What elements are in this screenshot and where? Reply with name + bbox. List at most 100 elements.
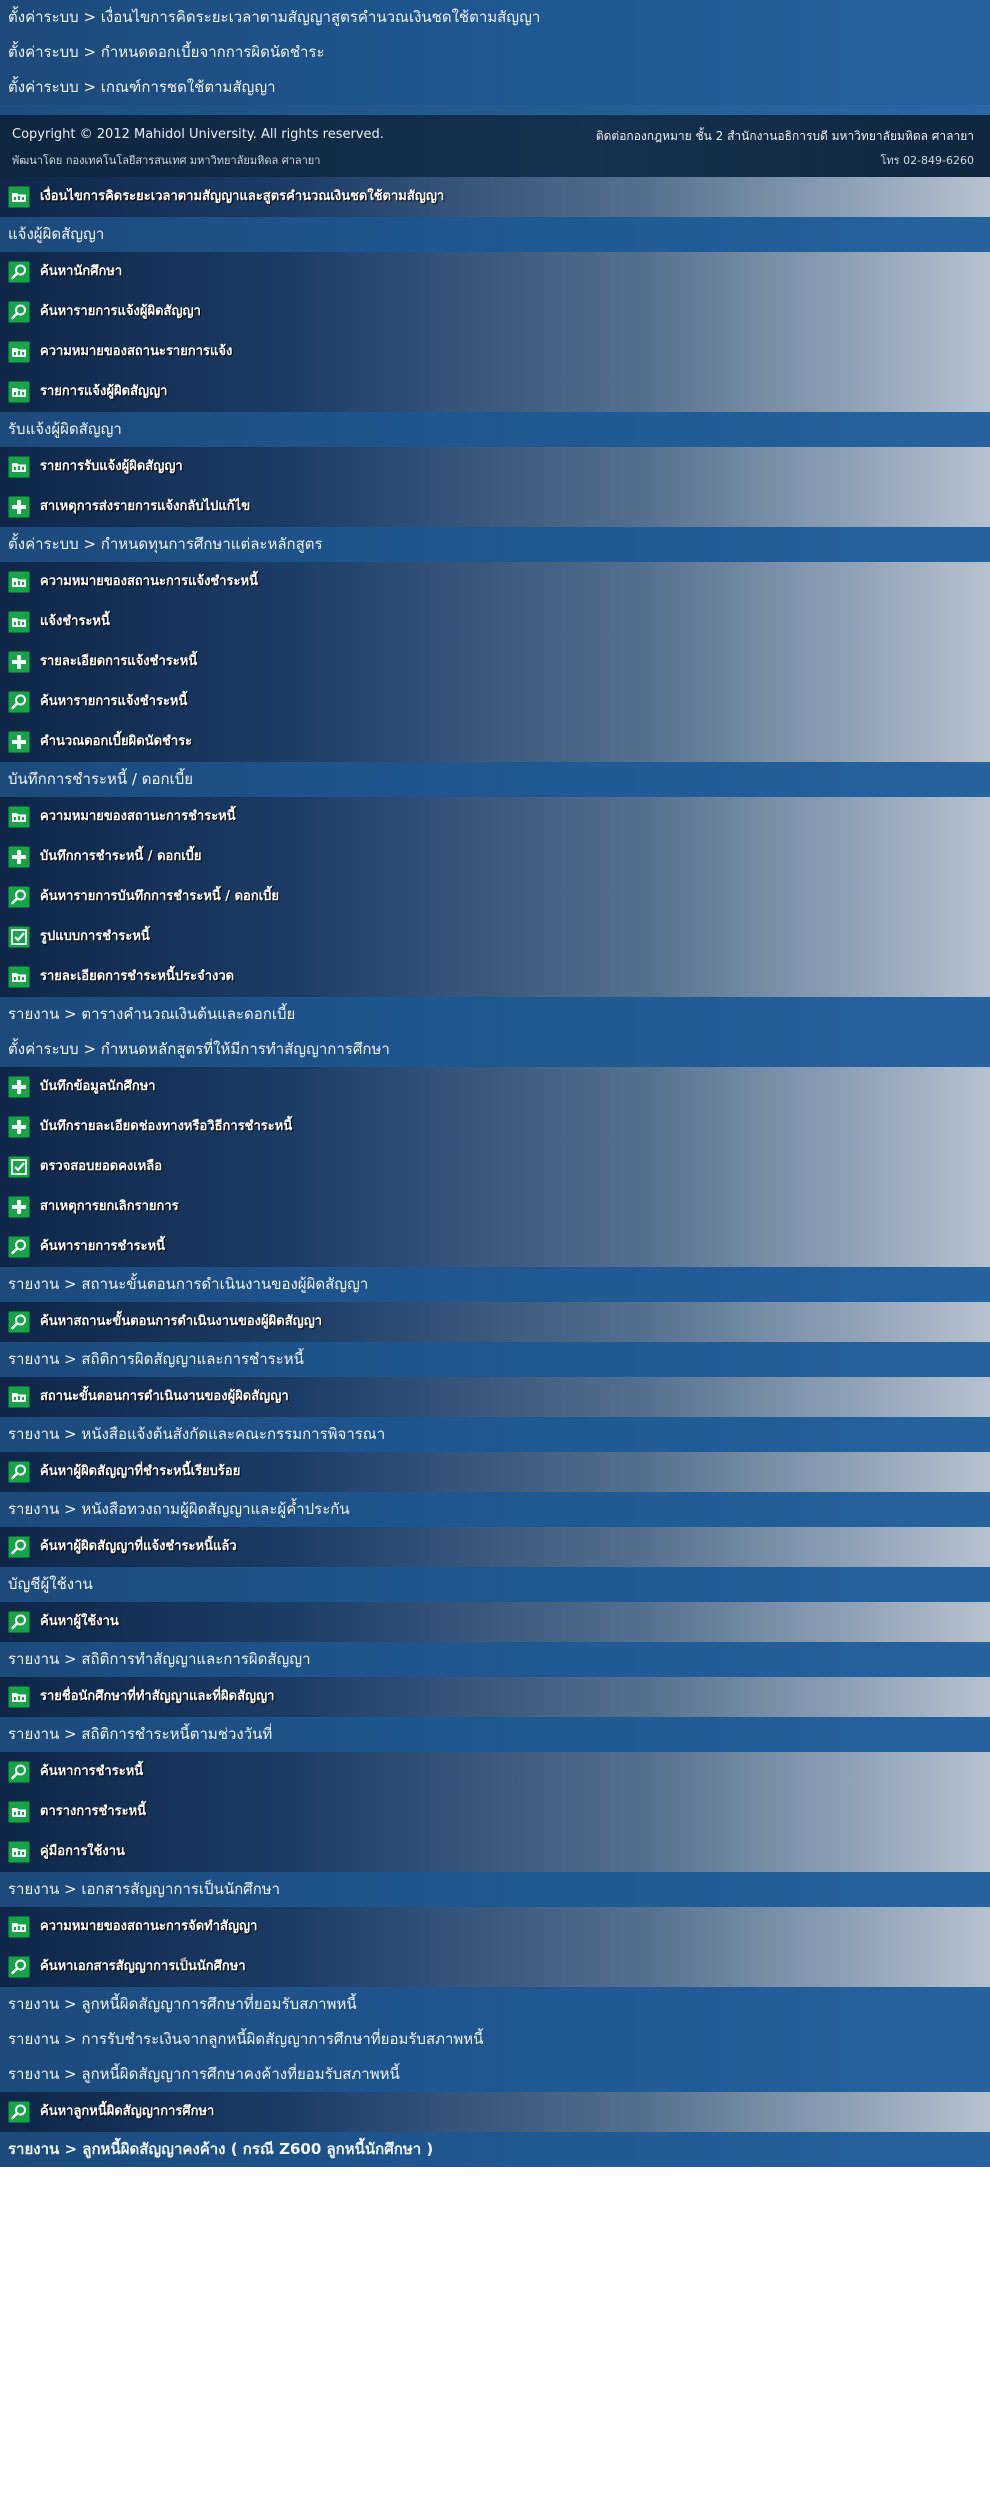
folder-icon bbox=[8, 1801, 30, 1823]
section-header[interactable]: รายงาน > ลูกหนี้ผิดสัญญาการศึกษาที่ยอมรั… bbox=[0, 1987, 990, 2022]
folder-icon bbox=[8, 456, 30, 478]
folder-icon bbox=[8, 806, 30, 828]
section-header[interactable]: รายงาน > ตารางคำนวณเงินต้นและดอกเบี้ย bbox=[0, 997, 990, 1032]
menu-item[interactable]: รายการแจ้งผู้ผิดสัญญา bbox=[0, 372, 990, 412]
plus-icon bbox=[8, 1116, 30, 1138]
search-icon bbox=[8, 2101, 30, 2123]
contact-text: ติดต่อกองกฎหมาย ชั้น 2 สำนักงานอธิการบดี… bbox=[595, 129, 974, 143]
section-header[interactable]: รายงาน > ลูกหนี้ผิดสัญญาการศึกษาคงค้างที… bbox=[0, 2057, 990, 2092]
menu-item[interactable]: รายชื่อนักศึกษาที่ทำสัญญาและที่ผิดสัญญา bbox=[0, 1677, 990, 1717]
folder-icon bbox=[8, 381, 30, 403]
menu-item[interactable]: คำนวณดอกเบี้ยผิดนัดชำระ bbox=[0, 722, 990, 762]
top-links: ตั้งค่าระบบ > เงื่อนไขการคิดระยะเวลาตามส… bbox=[0, 0, 990, 105]
folder-icon bbox=[8, 1686, 30, 1708]
menu-item[interactable]: สถานะขั้นตอนการดำเนินงานของผู้ผิดสัญญา bbox=[0, 1377, 990, 1417]
search-icon bbox=[8, 1236, 30, 1258]
menu-item-label: ค้นหารายการบันทึกการชำระหนี้ / ดอกเบี้ย bbox=[40, 889, 280, 904]
phone-text: โทร 02-849-6260 bbox=[880, 154, 975, 167]
section-header[interactable]: รายงาน > สถิติการชำระหนี้ตามช่วงวันที่ bbox=[0, 1717, 990, 1752]
plus-icon bbox=[8, 731, 30, 753]
menu-item[interactable]: ค้นหานักศึกษา bbox=[0, 252, 990, 292]
menu-item[interactable]: ค้นหารายการแจ้งชำระหนี้ bbox=[0, 682, 990, 722]
menu-item-label: รูปแบบการชำระหนี้ bbox=[40, 929, 150, 944]
top-link-1[interactable]: ตั้งค่าระบบ > เงื่อนไขการคิดระยะเวลาตามส… bbox=[0, 0, 990, 35]
menu-item-label: ค้นหารายการแจ้งผู้ผิดสัญญา bbox=[40, 304, 201, 319]
menu-item[interactable]: ค้นหาลูกหนี้ผิดสัญญาการศึกษา bbox=[0, 2092, 990, 2132]
menu-item[interactable]: ค้นหารายการชำระหนี้ bbox=[0, 1227, 990, 1267]
menu-item[interactable]: ค้นหารายการแจ้งผู้ผิดสัญญา bbox=[0, 292, 990, 332]
search-icon bbox=[8, 1461, 30, 1483]
menu-item[interactable]: ค้นหาการชำระหนี้ bbox=[0, 1752, 990, 1792]
folder-icon bbox=[8, 1841, 30, 1863]
plus-icon bbox=[8, 651, 30, 673]
menu-item[interactable]: ตารางการชำระหนี้ bbox=[0, 1792, 990, 1832]
menu-item[interactable]: เงื่อนไขการคิดระยะเวลาตามสัญญาและสูตรคำน… bbox=[0, 177, 990, 217]
menu-item[interactable]: บันทึกรายละเอียดช่องทางหรือวิธีการชำระหน… bbox=[0, 1107, 990, 1147]
menu-item-label: ค้นหาสถานะขั้นตอนการดำเนินงานของผู้ผิดสั… bbox=[40, 1314, 323, 1329]
menu-item[interactable]: คู่มือการใช้งาน bbox=[0, 1832, 990, 1872]
section-header[interactable]: รายงาน > สถิติการทำสัญญาและการผิดสัญญา bbox=[0, 1642, 990, 1677]
menu-item[interactable]: ค้นหาผู้ผิดสัญญาที่ชำระหนี้เรียบร้อย bbox=[0, 1452, 990, 1492]
section-header[interactable]: บันทึกการชำระหนี้ / ดอกเบี้ย bbox=[0, 762, 990, 797]
section-header[interactable]: รายงาน > เอกสารสัญญาการเป็นนักศึกษา bbox=[0, 1872, 990, 1907]
menu-item[interactable]: ความหมายของสถานะการแจ้งชำระหนี้ bbox=[0, 562, 990, 602]
menu-item-label: ค้นหาผู้ใช้งาน bbox=[40, 1614, 119, 1629]
page: ตั้งค่าระบบ > เงื่อนไขการคิดระยะเวลาตามส… bbox=[0, 0, 990, 2167]
menu-item[interactable]: รูปแบบการชำระหนี้ bbox=[0, 917, 990, 957]
section-header[interactable]: รายงาน > ลูกหนี้ผิดสัญญาคงค้าง ( กรณี Z6… bbox=[0, 2132, 990, 2167]
top-link-2[interactable]: ตั้งค่าระบบ > กำหนดดอกเบี้ยจากการผิดนัดช… bbox=[0, 35, 990, 70]
menu-item[interactable]: ค้นหาผู้ใช้งาน bbox=[0, 1602, 990, 1642]
folder-icon bbox=[8, 571, 30, 593]
section-header[interactable]: บัญชีผู้ใช้งาน bbox=[0, 1567, 990, 1602]
menu-item[interactable]: แจ้งชำระหนี้ bbox=[0, 602, 990, 642]
menu-item[interactable]: ความหมายของสถานะรายการแจ้ง bbox=[0, 332, 990, 372]
menu-item[interactable]: สาเหตุการยกเลิกรายการ bbox=[0, 1187, 990, 1227]
menu-item[interactable]: ค้นหาสถานะขั้นตอนการดำเนินงานของผู้ผิดสั… bbox=[0, 1302, 990, 1342]
site-footer: Copyright © 2012 Mahidol University. All… bbox=[0, 115, 990, 177]
plus-icon bbox=[8, 1076, 30, 1098]
section-header[interactable]: ตั้งค่าระบบ > กำหนดหลักสูตรที่ให้มีการทำ… bbox=[0, 1032, 990, 1067]
menu-item-label: คู่มือการใช้งาน bbox=[40, 1844, 125, 1859]
menu-item[interactable]: สาเหตุการส่งรายการแจ้งกลับไปแก้ไข bbox=[0, 487, 990, 527]
menu-item[interactable]: รายละเอียดการแจ้งชำระหนี้ bbox=[0, 642, 990, 682]
menu-item-label: ค้นหารายการชำระหนี้ bbox=[40, 1239, 166, 1254]
menu-item[interactable]: ความหมายของสถานะการจัดทำสัญญา bbox=[0, 1907, 990, 1947]
menu-item-label: ตรวจสอบยอดคงเหลือ bbox=[40, 1159, 163, 1174]
section-header[interactable]: แจ้งผู้ผิดสัญญา bbox=[0, 217, 990, 252]
search-icon bbox=[8, 886, 30, 908]
section-header[interactable]: ตั้งค่าระบบ > กำหนดทุนการศึกษาแต่ละหลักส… bbox=[0, 527, 990, 562]
search-icon bbox=[8, 1956, 30, 1978]
menu-item[interactable]: ค้นหาผู้ผิดสัญญาที่แจ้งชำระหนี้แล้ว bbox=[0, 1527, 990, 1567]
menu-item-label: สาเหตุการยกเลิกรายการ bbox=[40, 1199, 179, 1214]
menu-item-label: ความหมายของสถานะการชำระหนี้ bbox=[40, 809, 236, 824]
menu-item-label: ค้นหานักศึกษา bbox=[40, 264, 123, 279]
divider bbox=[0, 105, 990, 115]
search-icon bbox=[8, 301, 30, 323]
menu-item-label: สาเหตุการส่งรายการแจ้งกลับไปแก้ไข bbox=[40, 499, 251, 514]
menu-item[interactable]: ค้นหารายการบันทึกการชำระหนี้ / ดอกเบี้ย bbox=[0, 877, 990, 917]
menu-item-label: สถานะขั้นตอนการดำเนินงานของผู้ผิดสัญญา bbox=[40, 1389, 289, 1404]
menu-item-label: แจ้งชำระหนี้ bbox=[40, 614, 110, 629]
menu-item[interactable]: บันทึกการชำระหนี้ / ดอกเบี้ย bbox=[0, 837, 990, 877]
menu-item[interactable]: บันทึกข้อมูลนักศึกษา bbox=[0, 1067, 990, 1107]
section-header[interactable]: รายงาน > การรับชำระเงินจากลูกหนี้ผิดสัญญ… bbox=[0, 2022, 990, 2057]
menu-item-label: คำนวณดอกเบี้ยผิดนัดชำระ bbox=[40, 734, 193, 749]
section-header[interactable]: รับแจ้งผู้ผิดสัญญา bbox=[0, 412, 990, 447]
menu-item-label: ค้นหาผู้ผิดสัญญาที่แจ้งชำระหนี้แล้ว bbox=[40, 1539, 237, 1554]
menu-item-label: บันทึกการชำระหนี้ / ดอกเบี้ย bbox=[40, 849, 202, 864]
menu-item[interactable]: รายละเอียดการชำระหนี้ประจำงวด bbox=[0, 957, 990, 997]
section-header[interactable]: รายงาน > สถิติการผิดสัญญาและการชำระหนี้ bbox=[0, 1342, 990, 1377]
menu-item[interactable]: ตรวจสอบยอดคงเหลือ bbox=[0, 1147, 990, 1187]
top-link-3[interactable]: ตั้งค่าระบบ > เกณฑ์การชดใช้ตามสัญญา bbox=[0, 70, 990, 105]
menu-item-label: ตารางการชำระหนี้ bbox=[40, 1804, 147, 1819]
search-icon bbox=[8, 1311, 30, 1333]
menu-item-label: รายการรับแจ้งผู้ผิดสัญญา bbox=[40, 459, 183, 474]
menu-item-label: บันทึกรายละเอียดช่องทางหรือวิธีการชำระหน… bbox=[40, 1119, 293, 1134]
section-header[interactable]: รายงาน > สถานะขั้นตอนการดำเนินงานของผู้ผ… bbox=[0, 1267, 990, 1302]
menu-item[interactable]: รายการรับแจ้งผู้ผิดสัญญา bbox=[0, 447, 990, 487]
menu-item[interactable]: ความหมายของสถานะการชำระหนี้ bbox=[0, 797, 990, 837]
menu-item-label: รายละเอียดการแจ้งชำระหนี้ bbox=[40, 654, 198, 669]
menu-item[interactable]: ค้นหาเอกสารสัญญาการเป็นนักศึกษา bbox=[0, 1947, 990, 1987]
section-header[interactable]: รายงาน > หนังสือแจ้งต้นสังกัดและคณะกรรมก… bbox=[0, 1417, 990, 1452]
section-header[interactable]: รายงาน > หนังสือทวงถามผู้ผิดสัญญาและผู้ค… bbox=[0, 1492, 990, 1527]
